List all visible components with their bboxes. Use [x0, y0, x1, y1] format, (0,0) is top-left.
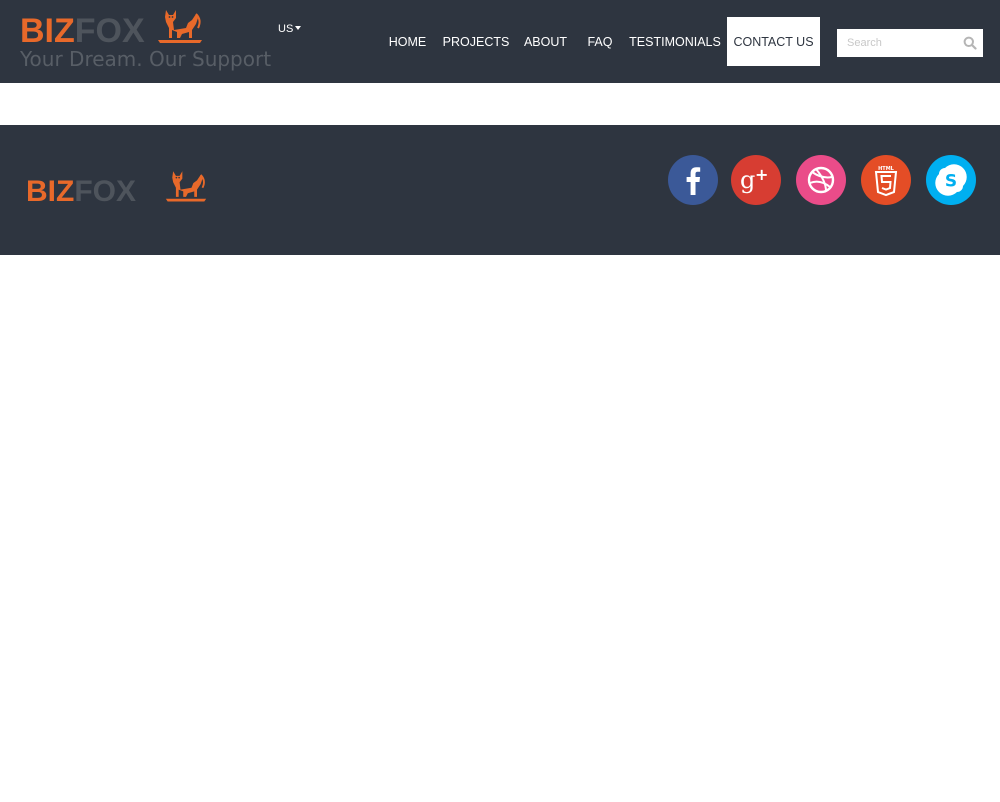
- logo-wordmark: BIZFOX: [20, 12, 145, 50]
- nav-projects[interactable]: PROJECTS: [441, 17, 511, 66]
- google-plus-icon: g +: [740, 165, 768, 194]
- site-footer: BIZFOX g + HTML S: [0, 125, 1000, 255]
- logo-biz: BIZ: [20, 12, 75, 50]
- google-plus-link[interactable]: g +: [731, 155, 781, 205]
- nav-contact-us[interactable]: CONTACT US: [727, 17, 820, 66]
- facebook-link[interactable]: [668, 155, 718, 205]
- dribbble-icon: [807, 166, 835, 194]
- search-box: [837, 29, 983, 57]
- footer-logo-wordmark: BIZFOX: [26, 175, 136, 209]
- site-header: BIZFOX Your Dream. Our Support US HOME P…: [0, 0, 1000, 83]
- svg-text:+: +: [755, 165, 768, 184]
- facebook-icon: [686, 167, 701, 195]
- nav-faq[interactable]: FAQ: [580, 17, 620, 66]
- language-label: US: [278, 23, 294, 35]
- logo-tagline: Your Dream. Our Support: [20, 47, 272, 71]
- search-input[interactable]: [837, 29, 957, 57]
- footer-logo-fox: FOX: [74, 175, 136, 208]
- footer-logo-biz: BIZ: [26, 175, 75, 208]
- html5-icon: HTML: [874, 166, 898, 197]
- nav-testimonials[interactable]: TESTIMONIALS: [627, 17, 723, 66]
- page-body: [0, 255, 1000, 802]
- svg-text:g: g: [740, 166, 755, 194]
- footer-logo[interactable]: BIZFOX: [26, 167, 216, 209]
- svg-text:S: S: [945, 172, 957, 192]
- caret-down-icon: [295, 26, 302, 31]
- site-logo[interactable]: BIZFOX Your Dream. Our Support: [20, 6, 290, 76]
- html5-link[interactable]: HTML: [861, 155, 911, 205]
- skype-link[interactable]: S: [926, 155, 976, 205]
- fox-icon: [158, 10, 202, 43]
- nav-home[interactable]: HOME: [381, 17, 434, 66]
- nav-about[interactable]: ABOUT: [518, 17, 573, 66]
- search-icon[interactable]: [963, 36, 977, 50]
- dribbble-link[interactable]: [796, 155, 846, 205]
- logo-fox: FOX: [74, 12, 145, 50]
- language-dropdown[interactable]: US: [278, 22, 302, 36]
- skype-icon: S: [935, 164, 967, 196]
- fox-icon: [165, 171, 207, 202]
